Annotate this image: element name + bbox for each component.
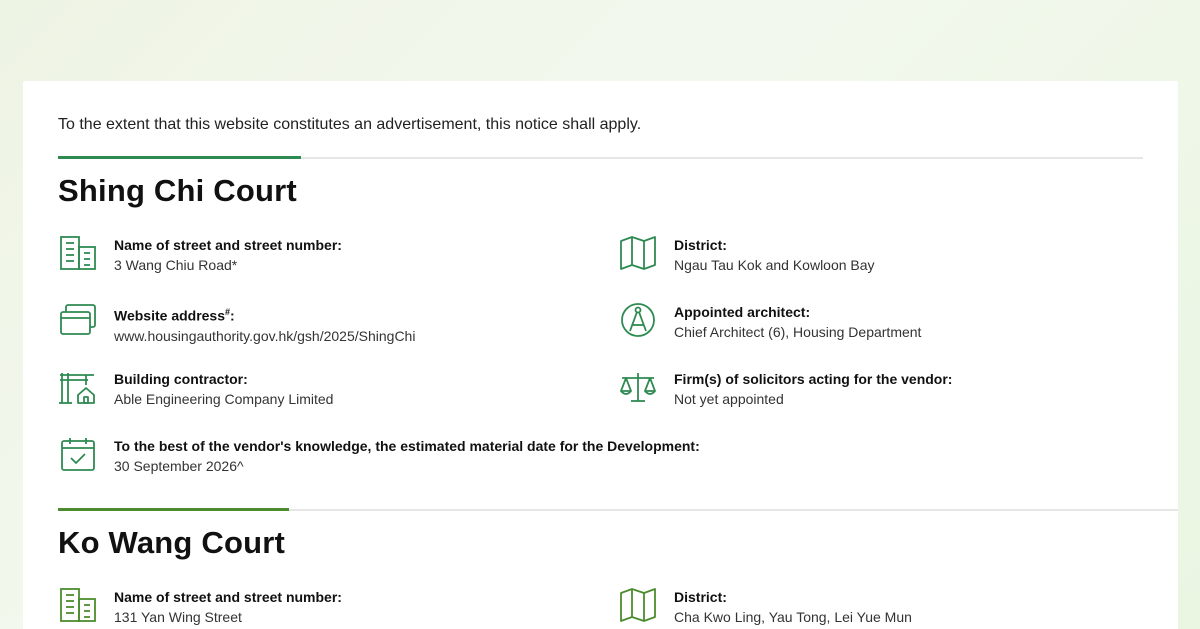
info-label: District: xyxy=(674,237,727,253)
website-link[interactable]: www.housingauthority.gov.hk/gsh/2025/Shi… xyxy=(114,326,415,346)
info-street: Name of street and street number: 3 Wang… xyxy=(58,235,342,275)
compass-architect-icon xyxy=(618,302,658,338)
section-title: Shing Chi Court xyxy=(58,173,297,208)
info-label: Website address#: xyxy=(114,307,235,324)
info-value: Not yet appointed xyxy=(674,391,784,407)
map-icon xyxy=(618,235,658,271)
info-label: Firm(s) of solicitors acting for the ven… xyxy=(674,371,953,387)
scales-icon xyxy=(618,369,658,405)
info-value: Ngau Tau Kok and Kowloon Bay xyxy=(674,257,875,273)
info-label: Building contractor: xyxy=(114,371,248,387)
info-label: District: xyxy=(674,589,727,605)
info-architect: Appointed architect: Chief Architect (6)… xyxy=(618,302,921,342)
info-label: Name of street and street number: xyxy=(114,237,342,253)
info-value: Able Engineering Company Limited xyxy=(114,391,334,407)
browser-window-icon xyxy=(58,302,98,338)
info-label: Name of street and street number: xyxy=(114,589,342,605)
info-value: Chief Architect (6), Housing Department xyxy=(674,324,922,340)
section-divider xyxy=(58,156,1143,159)
info-value: 131 Yan Wing Street xyxy=(114,609,242,625)
info-label: To the best of the vendor's knowledge, t… xyxy=(114,438,700,454)
development-section-ko-wang: Ko Wang Court Name of street and street … xyxy=(58,508,1178,625)
map-icon xyxy=(618,587,658,623)
building-icon xyxy=(58,235,98,271)
advertisement-notice: To the extent that this website constitu… xyxy=(58,116,642,133)
info-street: Name of street and street number: 131 Ya… xyxy=(58,587,342,627)
info-material-date: To the best of the vendor's knowledge, t… xyxy=(58,436,700,476)
info-solicitors: Firm(s) of solicitors acting for the ven… xyxy=(618,369,952,409)
info-website: Website address#: www.housingauthority.g… xyxy=(58,302,415,346)
info-district: District: Ngau Tau Kok and Kowloon Bay xyxy=(618,235,875,275)
info-value: 3 Wang Chiu Road* xyxy=(114,257,238,273)
building-icon xyxy=(58,587,98,623)
info-value: 30 September 2026^ xyxy=(114,458,244,474)
section-divider xyxy=(58,508,1178,511)
info-district: District: Cha Kwo Ling, Yau Tong, Lei Yu… xyxy=(618,587,912,627)
info-contractor: Building contractor: Able Engineering Co… xyxy=(58,369,333,409)
info-value: Cha Kwo Ling, Yau Tong, Lei Yue Mun xyxy=(674,609,912,625)
development-section-shing-chi: Shing Chi Court Name of street and stree… xyxy=(58,156,1143,474)
calendar-check-icon xyxy=(58,436,98,472)
info-label: Appointed architect: xyxy=(674,304,811,320)
section-title: Ko Wang Court xyxy=(58,525,286,560)
crane-contractor-icon xyxy=(58,369,98,405)
